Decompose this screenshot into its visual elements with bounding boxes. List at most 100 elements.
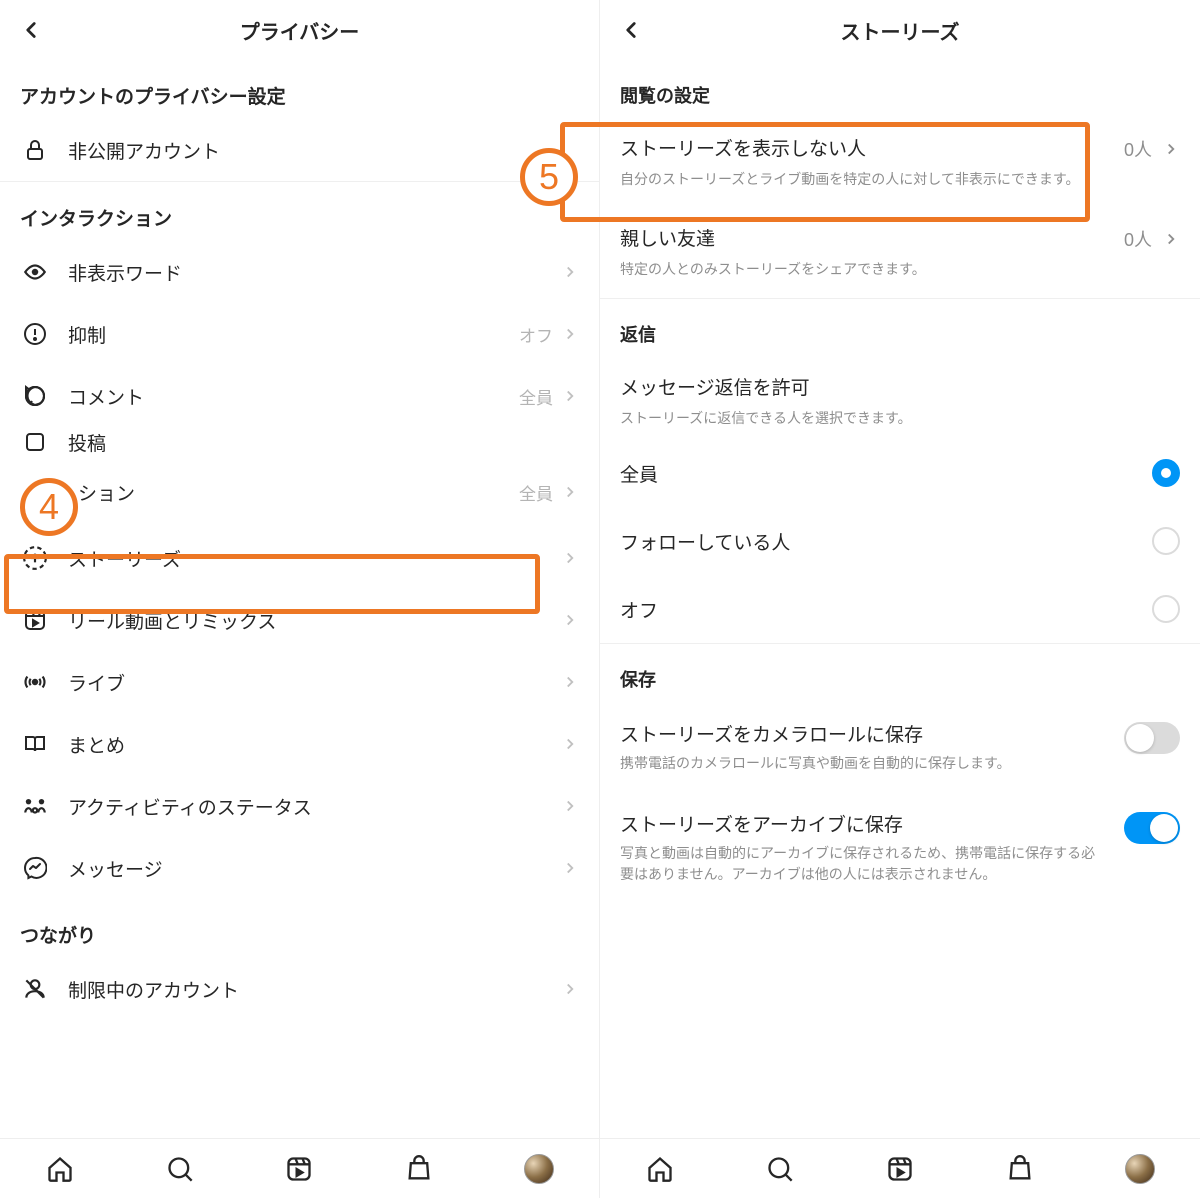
- chevron-right-icon: [561, 325, 579, 343]
- reels-row[interactable]: リール動画とリミックス: [0, 589, 599, 651]
- left-header: プライバシー: [0, 0, 599, 60]
- story-add-icon: [20, 543, 50, 573]
- mention-value: 全員: [519, 480, 553, 505]
- stories-label: ストーリーズ: [68, 545, 561, 572]
- close-friends-count: 0人: [1124, 226, 1152, 252]
- reply-off-label: オフ: [620, 596, 658, 623]
- messages-row[interactable]: メッセージ: [0, 837, 599, 899]
- activity-icon: [20, 791, 50, 821]
- comments-label: コメント: [68, 383, 519, 410]
- nav-shop-icon[interactable]: [1005, 1154, 1035, 1184]
- reply-allow-title: メッセージ返信を許可: [620, 373, 1180, 400]
- back-icon[interactable]: [618, 17, 644, 43]
- section-view: 閲覧の設定: [600, 60, 1200, 118]
- save-archive-row[interactable]: ストーリーズをアーカイブに保存 写真と動画は自動的にアーカイブに保存されるため、…: [600, 792, 1200, 903]
- right-header: ストーリーズ: [600, 0, 1200, 60]
- mention-row-partial[interactable]: ション 全員: [0, 457, 599, 527]
- hide-story-title: ストーリーズを表示しない人: [620, 134, 1180, 161]
- chevron-right-icon: [561, 797, 579, 815]
- back-icon[interactable]: [18, 17, 44, 43]
- messages-label: メッセージ: [68, 855, 561, 882]
- nav-profile-avatar[interactable]: [1125, 1154, 1155, 1184]
- stories-row[interactable]: ストーリーズ: [0, 527, 599, 589]
- reply-everyone-label: 全員: [620, 460, 658, 487]
- nav-home-icon[interactable]: [45, 1154, 75, 1184]
- bottom-nav: [0, 1138, 599, 1198]
- save-camera-title: ストーリーズをカメラロールに保存: [620, 720, 1108, 747]
- reply-option-everyone[interactable]: 全員: [600, 439, 1200, 507]
- alert-circle-icon: [20, 319, 50, 349]
- nav-home-icon[interactable]: [645, 1154, 675, 1184]
- reply-following-label: フォローしている人: [620, 528, 790, 555]
- restricted-row[interactable]: 制限中のアカウント: [0, 958, 599, 1020]
- chevron-right-icon: [561, 611, 579, 629]
- save-archive-title: ストーリーズをアーカイブに保存: [620, 810, 1108, 837]
- private-account-row[interactable]: 非公開アカウント: [0, 119, 599, 181]
- reply-allow-block: メッセージ返信を許可 ストーリーズに返信できる人を選択できます。: [600, 357, 1200, 439]
- privacy-settings-panel: プライバシー アカウントのプライバシー設定 非公開アカウント インタラクション …: [0, 0, 600, 1198]
- chevron-right-icon: [561, 483, 579, 501]
- bottom-nav: [600, 1138, 1200, 1198]
- reply-option-off[interactable]: オフ: [600, 575, 1200, 643]
- chevron-right-icon: [561, 859, 579, 877]
- tag-icon: [20, 427, 50, 457]
- comments-row[interactable]: コメント 全員: [0, 365, 599, 427]
- lock-icon: [20, 135, 50, 165]
- guides-label: まとめ: [68, 731, 561, 758]
- nav-search-icon[interactable]: [165, 1154, 195, 1184]
- page-title: ストーリーズ: [841, 16, 960, 45]
- toggle-off-icon[interactable]: [1124, 722, 1180, 754]
- messenger-icon: [20, 853, 50, 883]
- chevron-right-icon: [1162, 230, 1180, 248]
- section-connections: つながり: [0, 899, 599, 958]
- limits-label: 抑制: [68, 321, 519, 348]
- hide-story-count: 0人: [1124, 136, 1152, 162]
- radio-unselected-icon: [1152, 527, 1180, 555]
- save-camera-desc: 携帯電話のカメラロールに写真や動画を自動的に保存します。: [620, 753, 1108, 774]
- close-friends-row[interactable]: 親しい友達 特定の人とのみストーリーズをシェアできます。 0人: [600, 208, 1200, 298]
- comment-icon: [20, 381, 50, 411]
- activity-label: アクティビティのステータス: [68, 793, 561, 820]
- eye-icon: [20, 257, 50, 287]
- section-save: 保存: [600, 644, 1200, 702]
- section-interaction: インタラクション: [0, 182, 599, 241]
- hide-story-from-row[interactable]: ストーリーズを表示しない人 自分のストーリーズとライブ動画を特定の人に対して非表…: [600, 118, 1200, 208]
- hidden-words-label: 非表示ワード: [68, 259, 561, 286]
- nav-reels-icon[interactable]: [284, 1154, 314, 1184]
- nav-shop-icon[interactable]: [404, 1154, 434, 1184]
- nav-search-icon[interactable]: [765, 1154, 795, 1184]
- close-friends-desc: 特定の人とのみストーリーズをシェアできます。: [620, 259, 1180, 280]
- close-friends-title: 親しい友達: [620, 224, 1180, 251]
- posts-label: 投稿: [68, 429, 579, 456]
- reply-option-following[interactable]: フォローしている人: [600, 507, 1200, 575]
- radio-selected-icon: [1152, 459, 1180, 487]
- book-icon: [20, 729, 50, 759]
- hidden-words-row[interactable]: 非表示ワード: [0, 241, 599, 303]
- at-icon-hidden: [20, 477, 50, 507]
- comments-value: 全員: [519, 384, 553, 409]
- chevron-right-icon: [561, 735, 579, 753]
- chevron-right-icon: [561, 263, 579, 281]
- live-label: ライブ: [68, 669, 561, 696]
- live-row[interactable]: ライブ: [0, 651, 599, 713]
- private-account-label: 非公開アカウント: [68, 137, 579, 164]
- toggle-on-icon[interactable]: [1124, 812, 1180, 844]
- chevron-right-icon: [561, 673, 579, 691]
- nav-profile-avatar[interactable]: [524, 1154, 554, 1184]
- limits-value: オフ: [519, 322, 553, 347]
- chevron-right-icon: [1162, 140, 1180, 158]
- live-icon: [20, 667, 50, 697]
- page-title: プライバシー: [240, 16, 360, 45]
- reels-icon: [20, 605, 50, 635]
- reels-label: リール動画とリミックス: [68, 607, 561, 634]
- limits-row[interactable]: 抑制 オフ: [0, 303, 599, 365]
- nav-reels-icon[interactable]: [885, 1154, 915, 1184]
- restricted-label: 制限中のアカウント: [68, 976, 561, 1003]
- activity-status-row[interactable]: アクティビティのステータス: [0, 775, 599, 837]
- section-account-privacy: アカウントのプライバシー設定: [0, 60, 599, 119]
- guides-row[interactable]: まとめ: [0, 713, 599, 775]
- posts-row-partial[interactable]: 投稿: [0, 427, 599, 457]
- save-camera-roll-row[interactable]: ストーリーズをカメラロールに保存 携帯電話のカメラロールに写真や動画を自動的に保…: [600, 702, 1200, 792]
- chevron-right-icon: [561, 980, 579, 998]
- save-archive-desc: 写真と動画は自動的にアーカイブに保存されるため、携帯電話に保存する必要はありませ…: [620, 843, 1108, 885]
